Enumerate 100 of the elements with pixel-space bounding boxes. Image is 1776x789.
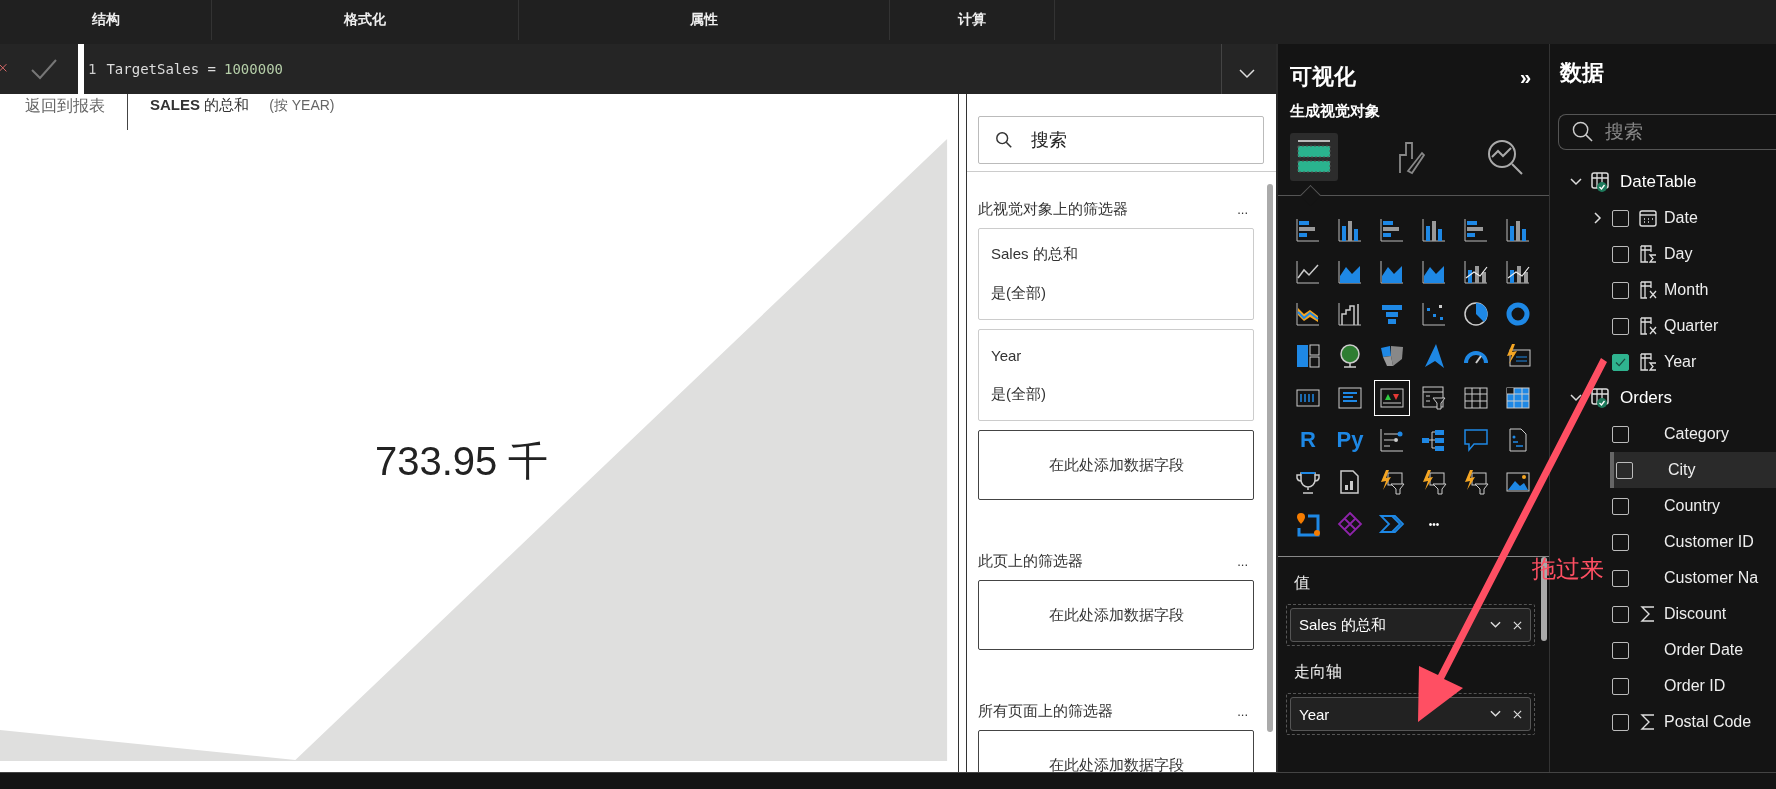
formula-number: 1000000 — [224, 61, 284, 77]
chevron-icon[interactable] — [1570, 394, 1582, 402]
close-icon[interactable] — [1513, 620, 1522, 630]
ribbon-tab[interactable]: 结构 — [91, 11, 120, 29]
ribbon-tab[interactable]: 属性 — [690, 11, 718, 29]
checkbox[interactable] — [1612, 281, 1629, 299]
line-number: 1 — [88, 61, 97, 77]
chevron-icon — [1239, 69, 1255, 79]
pane-title: 数据 — [1558, 59, 1605, 87]
measure-icon — [1638, 316, 1658, 336]
field-row[interactable]: Customer Na — [1610, 560, 1776, 596]
search-field[interactable]: 搜索 — [978, 116, 1264, 164]
table-name[interactable]: DateTable — [1620, 172, 1697, 192]
table-check-icon — [1590, 387, 1612, 409]
checkbox[interactable] — [1612, 605, 1629, 623]
measure-icon — [1638, 280, 1658, 300]
checkbox[interactable] — [1612, 245, 1629, 263]
section-title: 此视觉对象上的筛选器 — [978, 200, 1128, 219]
visual-type-button[interactable]: ••• — [1416, 506, 1452, 542]
table-check-icon — [1590, 171, 1612, 193]
checkbox[interactable] — [1612, 317, 1629, 335]
field-row[interactable]: Order Date — [1610, 632, 1776, 668]
checkbox[interactable] — [1612, 641, 1629, 659]
field-row[interactable]: Customer ID — [1610, 524, 1776, 560]
field-row[interactable]: Discount — [1610, 596, 1776, 632]
filter-card[interactable]: Sales 的总和 是(全部) — [978, 228, 1254, 320]
checkbox[interactable] — [1612, 425, 1629, 443]
checkbox[interactable] — [1612, 353, 1629, 371]
checkbox[interactable] — [1612, 569, 1629, 587]
pane-title: 可视化 — [1290, 63, 1356, 91]
close-icon[interactable] — [1513, 709, 1522, 719]
chevron-icon[interactable] — [1570, 178, 1582, 186]
lightning-card-icon — [1504, 342, 1532, 370]
checkbox[interactable] — [1612, 713, 1629, 731]
field-row[interactable]: Country — [1610, 488, 1776, 524]
visual-type-button[interactable]: R — [1290, 422, 1326, 458]
well-label: 值 — [1293, 573, 1311, 593]
field-row[interactable]: Year — [1610, 344, 1776, 380]
expand-icon[interactable] — [1594, 212, 1602, 224]
magnifier-chart-icon — [1485, 137, 1525, 177]
combo-chart-icon — [1462, 258, 1490, 286]
diamond-icon — [1336, 510, 1364, 538]
calculated-column-icon — [1638, 244, 1658, 264]
tree-lines-icon — [1378, 426, 1406, 454]
drop-zone[interactable]: 在此处添加数据字段 — [978, 580, 1254, 650]
waterfall-chart-icon — [1336, 300, 1364, 328]
checkmark-icon — [1615, 357, 1626, 367]
checkbox[interactable] — [1612, 677, 1629, 695]
drop-zone[interactable]: 在此处添加数据字段 — [978, 430, 1254, 500]
checkbox[interactable] — [1612, 533, 1629, 551]
matrix-icon — [1504, 384, 1532, 412]
commit-icon[interactable] — [30, 58, 58, 80]
field-row[interactable]: Quarter — [1610, 308, 1776, 344]
field-name: Year — [1299, 705, 1331, 723]
line-chart-icon — [1294, 258, 1322, 286]
field-row[interactable]: City — [1610, 452, 1776, 488]
visual-type-button[interactable]: Py — [1332, 422, 1368, 458]
formula-editor[interactable]: 1 TargetSales = 1000000 — [84, 44, 1276, 94]
pane-tab[interactable] — [1290, 133, 1338, 181]
scatter-chart-icon — [1420, 300, 1448, 328]
search-field[interactable]: 搜索 — [1558, 114, 1776, 150]
filter-state: 是(全部) — [991, 284, 1046, 303]
filter-card[interactable]: Year 是(全部) — [978, 329, 1254, 421]
field-chip[interactable]: Year — [1290, 697, 1531, 731]
field-row[interactable]: Day — [1610, 236, 1776, 272]
chevron-icon[interactable] — [1490, 621, 1501, 629]
visual-type-button[interactable] — [1374, 380, 1410, 416]
checkbox[interactable] — [1616, 461, 1633, 479]
field-row[interactable]: Category — [1610, 416, 1776, 452]
more-button[interactable]: ... — [1237, 554, 1248, 569]
field-name: Sales 的总和 — [1299, 615, 1387, 635]
ribbon-tab[interactable]: 计算 — [958, 11, 986, 29]
table-name[interactable]: Orders — [1620, 388, 1672, 408]
checkbox[interactable] — [1612, 209, 1629, 227]
lightning-filter-icon — [1420, 468, 1448, 496]
more-button[interactable]: ... — [1237, 202, 1248, 217]
collapse-button[interactable]: » — [1519, 65, 1531, 89]
search-icon — [995, 131, 1013, 149]
field-row[interactable]: Date — [1610, 200, 1776, 236]
column-chart-icon — [1504, 216, 1532, 244]
filter-state: 是(全部) — [991, 384, 1046, 404]
well-label: 走向轴 — [1293, 662, 1343, 682]
back-link[interactable]: 返回到报表 — [25, 94, 105, 117]
more-button[interactable]: ... — [1237, 704, 1248, 719]
bar-chart-icon — [1294, 216, 1322, 244]
scrollbar[interactable] — [1267, 184, 1273, 732]
field-chip[interactable]: Sales 的总和 — [1290, 608, 1531, 642]
table-icon — [1462, 384, 1490, 412]
field-row[interactable]: Postal Code — [1610, 704, 1776, 740]
area-chart-icon — [1420, 258, 1448, 286]
checkbox[interactable] — [1612, 497, 1629, 515]
chevron-icon[interactable] — [1490, 710, 1501, 718]
ribbon-chart-icon — [1294, 300, 1322, 328]
ribbon-tab[interactable]: 格式化 — [344, 11, 386, 29]
filter-field: Year — [991, 346, 1022, 364]
formula-name: TargetSales = — [106, 61, 216, 77]
field-row[interactable]: Order ID — [1610, 668, 1776, 704]
visual-title: SALES 的总和 — [150, 95, 250, 115]
bar-chart-icon — [1378, 216, 1406, 244]
field-row[interactable]: Month — [1610, 272, 1776, 308]
